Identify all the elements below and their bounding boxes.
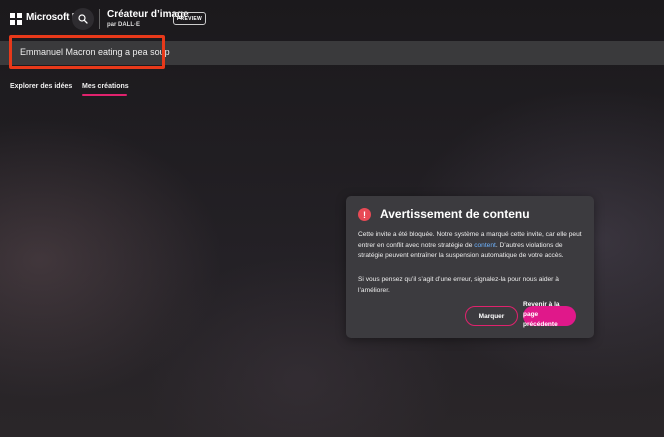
go-back-button-label[interactable]: Revenir à la page précédente [523,300,573,330]
header-divider [99,9,100,29]
microsoft-logo-icon[interactable] [10,13,22,25]
search-button[interactable] [72,8,94,30]
top-header: Microsoft Bing Créateur d’image par DALL… [0,0,664,40]
active-tab-indicator [82,94,127,96]
search-icon [78,14,88,24]
tab-my-creations[interactable]: Mes créations [82,83,129,90]
dialog-title: Avertissement de contenu [380,207,530,221]
dialog-report-message: Si vous pensez qu’il s’agit d’une erreur… [358,276,559,294]
content-warning-dialog: ! Avertissement de contenu Cette invite … [346,196,594,338]
mark-button[interactable]: Marquer [465,306,518,326]
prompt-highlight-box [9,35,165,69]
tab-explore-ideas[interactable]: Explorer des idées [10,83,72,90]
exclamation-icon: ! [358,208,371,221]
preview-badge: PREVIEW [173,12,206,25]
dialog-message: Cette invite a été bloquée. Notre systèm… [358,230,586,262]
product-subtitle: par DALL·E [107,22,140,28]
content-policy-link[interactable]: content [474,242,496,249]
